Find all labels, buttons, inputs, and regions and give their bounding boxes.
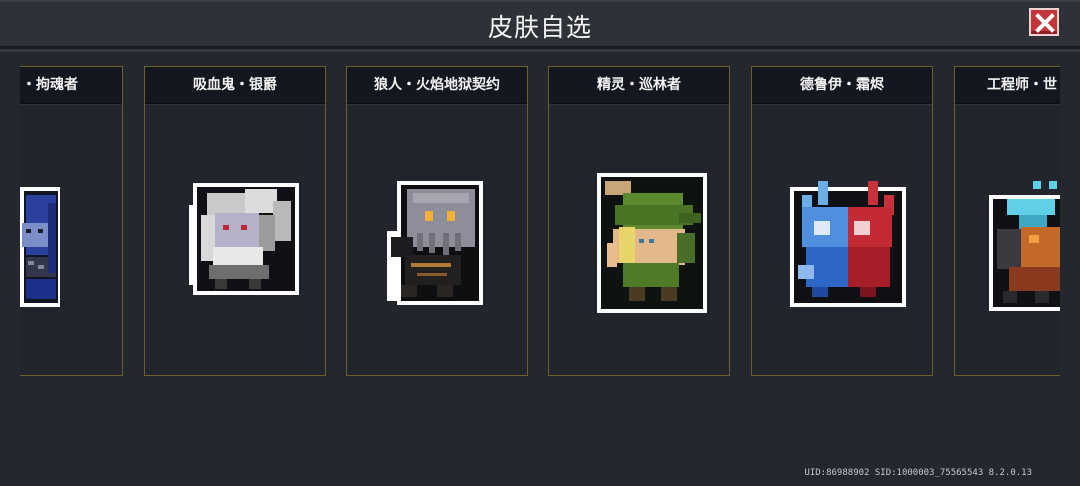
soul-catcher-sprite <box>20 187 60 307</box>
skin-name: 德鲁伊・霜烬 <box>752 67 932 104</box>
skin-preview <box>347 104 527 375</box>
page-title: 皮肤自选 <box>487 13 592 42</box>
skin-name: 工程师・世 <box>955 67 1060 104</box>
skin-card-engineer[interactable]: 工程师・世 <box>954 66 1060 376</box>
werewolf-hellfire-sprite <box>387 181 483 305</box>
skin-name: 精灵・巡林者 <box>549 67 729 104</box>
skin-preview <box>145 104 325 375</box>
druid-frostfire-sprite <box>790 181 906 307</box>
skin-preview <box>955 104 1060 375</box>
close-icon <box>1035 13 1055 33</box>
skin-preview <box>20 104 122 375</box>
skin-name: 狼人・火焰地狱契约 <box>347 67 527 104</box>
skin-name: ・拘魂者 <box>20 67 122 104</box>
skin-card-werewolf-hellfire[interactable]: 狼人・火焰地狱契约 <box>346 66 528 376</box>
vampire-silver-sprite <box>189 183 299 295</box>
elf-ranger-sprite <box>597 173 707 313</box>
build-info: UID:86988902 SID:1000003_75565543 8.2.0.… <box>804 468 1032 478</box>
close-button[interactable] <box>1029 8 1059 36</box>
skin-preview <box>549 104 729 375</box>
skin-card-vampire-silver[interactable]: 吸血鬼・银爵 <box>144 66 326 376</box>
skin-name: 吸血鬼・银爵 <box>145 67 325 104</box>
skin-carousel[interactable]: ・拘魂者 吸血鬼・银爵 狼人・火焰地狱契约 精灵・巡林者 德鲁伊・霜烬 工程师・… <box>20 66 1060 378</box>
engineer-sprite <box>989 181 1060 311</box>
title-bar: 皮肤自选 <box>0 0 1080 49</box>
skin-card-soul-catcher[interactable]: ・拘魂者 <box>20 66 123 376</box>
skin-preview <box>752 104 932 375</box>
skin-card-elf-ranger[interactable]: 精灵・巡林者 <box>548 66 730 376</box>
skin-card-druid-frostfire[interactable]: 德鲁伊・霜烬 <box>751 66 933 376</box>
